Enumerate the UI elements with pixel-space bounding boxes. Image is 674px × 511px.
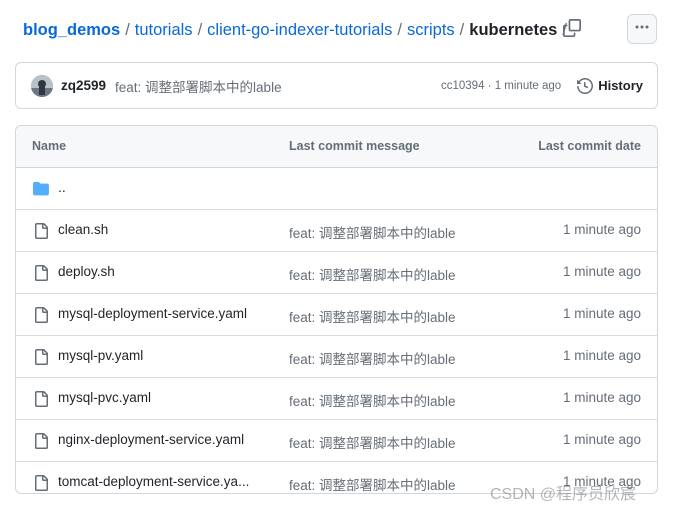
breadcrumb-separator: / bbox=[197, 20, 203, 39]
table-row[interactable]: tomcat-deployment-service.ya... feat: 调整部… bbox=[16, 462, 657, 493]
file-commit-date: 1 minute ago bbox=[562, 264, 641, 279]
table-row[interactable]: mysql-pv.yaml feat: 调整部署脚本中的lable 1 minute… bbox=[16, 336, 657, 378]
file-name-link[interactable]: deploy.sh bbox=[58, 264, 273, 279]
file-icon bbox=[33, 306, 49, 327]
table-row[interactable]: mysql-pvc.yaml feat: 调整部署脚本中的lable 1 minut… bbox=[16, 378, 657, 420]
file-commit-message-link[interactable]: feat: 调整部署脚本中的lable bbox=[289, 474, 456, 493]
commit-sha-time[interactable]: cc10394 · 1 minute ago bbox=[441, 80, 561, 92]
file-commit-date: 1 minute ago bbox=[562, 348, 641, 363]
more-options-button[interactable] bbox=[627, 14, 657, 44]
file-table: Name Last commit message Last commit dat… bbox=[15, 125, 658, 494]
table-row[interactable]: nginx-deployment-service.yaml feat: 调整部署脚… bbox=[16, 420, 657, 462]
breadcrumb-separator: / bbox=[397, 20, 402, 39]
kebab-horizontal-icon bbox=[634, 19, 650, 40]
column-header-message: Last commit message bbox=[289, 139, 420, 153]
history-label: History bbox=[598, 78, 643, 93]
breadcrumb-repo-link[interactable]: blog_demos bbox=[23, 21, 120, 40]
file-icon bbox=[33, 432, 49, 453]
breadcrumb-link-tutorials[interactable]: tutorials bbox=[135, 21, 193, 40]
file-commit-message-link[interactable]: feat: 调整部署脚本中的lable bbox=[289, 348, 456, 368]
file-name-link[interactable]: mysql-deployment-service.yaml bbox=[58, 306, 273, 321]
breadcrumb: blog_demos / tutorials / client-go-index… bbox=[23, 18, 572, 42]
history-icon bbox=[577, 77, 594, 94]
file-name-link[interactable]: mysql-pvc.yaml bbox=[58, 390, 273, 405]
file-icon bbox=[33, 474, 49, 493]
file-name-link[interactable]: nginx-deployment-service.yaml bbox=[58, 432, 273, 447]
breadcrumb-separator: / bbox=[125, 20, 130, 39]
table-header: Name Last commit message Last commit dat… bbox=[16, 126, 657, 168]
file-icon bbox=[33, 222, 49, 243]
file-icon bbox=[33, 390, 49, 411]
file-commit-message-link[interactable]: feat: 调整部署脚本中的lable bbox=[289, 390, 456, 410]
breadcrumb-current: kubernetes bbox=[469, 20, 558, 39]
folder-icon bbox=[33, 181, 50, 199]
table-row[interactable]: deploy.sh feat: 调整部署脚本中的lable 1 minute ago bbox=[16, 252, 657, 294]
file-commit-message-link[interactable]: feat: 调整部署脚本中的lable bbox=[289, 432, 456, 452]
breadcrumb-link-client-go-indexer-tutorials[interactable]: client-go-indexer-tutorials bbox=[207, 21, 392, 40]
file-name-link[interactable]: tomcat-deployment-service.ya... bbox=[58, 474, 273, 489]
commit-author[interactable]: zq2599 bbox=[61, 78, 106, 93]
file-commit-date: 1 minute ago bbox=[562, 432, 641, 447]
file-commit-message-link[interactable]: feat: 调整部署脚本中的lable bbox=[289, 306, 456, 326]
table-row[interactable]: mysql-deployment-service.yaml feat: 调整部署脚… bbox=[16, 294, 657, 336]
file-commit-date: 1 minute ago bbox=[562, 306, 641, 321]
avatar[interactable] bbox=[31, 74, 53, 97]
commit-message[interactable]: feat: 调整部署脚本中的lable bbox=[115, 76, 441, 96]
parent-directory-row[interactable]: .. bbox=[16, 168, 657, 210]
file-icon bbox=[33, 348, 49, 369]
file-icon bbox=[33, 264, 49, 285]
file-commit-date: 1 minute ago bbox=[562, 222, 641, 237]
breadcrumb-separator: / bbox=[459, 20, 465, 39]
latest-commit-bar: zq2599 feat: 调整部署脚本中的lable cc10394 · 1 m… bbox=[15, 62, 658, 109]
copy-icon[interactable] bbox=[563, 19, 583, 39]
file-commit-date: 1 minute ago bbox=[562, 390, 641, 405]
file-name-link[interactable]: clean.sh bbox=[58, 222, 273, 237]
history-button[interactable]: History bbox=[577, 77, 643, 94]
table-row[interactable]: clean.sh feat: 调整部署脚本中的lable 1 minute ago bbox=[16, 210, 657, 252]
breadcrumb-link-scripts[interactable]: scripts bbox=[407, 21, 455, 40]
file-commit-message-link[interactable]: feat: 调整部署脚本中的lable bbox=[289, 264, 456, 284]
parent-directory-link[interactable]: .. bbox=[58, 179, 66, 195]
file-commit-date: 1 minute ago bbox=[562, 474, 641, 489]
file-commit-message-link[interactable]: feat: 调整部署脚本中的lable bbox=[289, 222, 456, 242]
column-header-name: Name bbox=[32, 139, 67, 153]
file-name-link[interactable]: mysql-pv.yaml bbox=[58, 348, 273, 363]
column-header-date: Last commit date bbox=[538, 139, 641, 153]
